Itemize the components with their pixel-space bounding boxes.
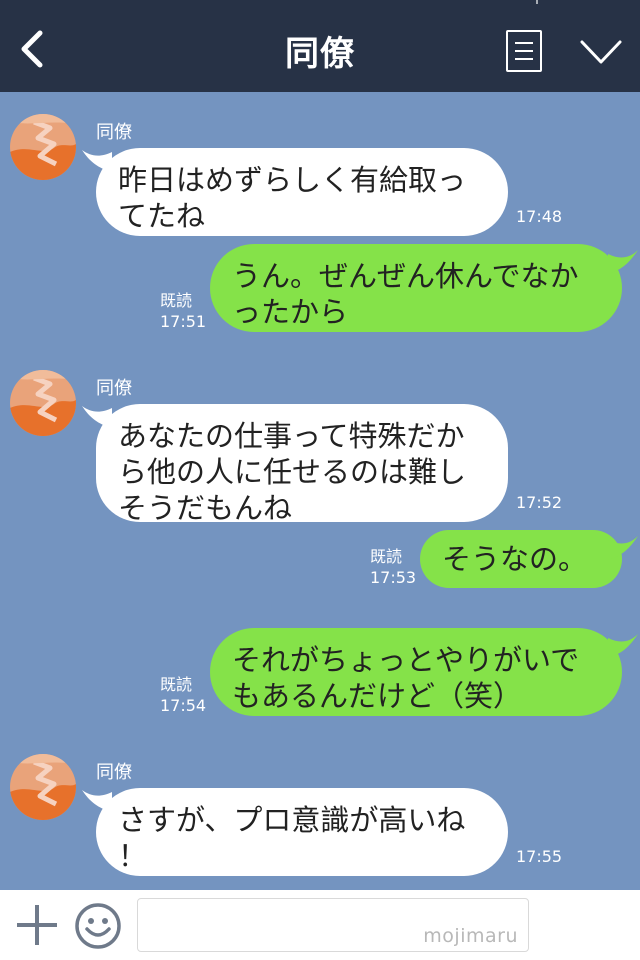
- status-indicator: [536, 0, 538, 4]
- message-time: 17:48: [516, 207, 563, 226]
- note-button[interactable]: [506, 30, 542, 72]
- message-bubble[interactable]: それがちょっとやりがいで もあるんだけど（笑）: [210, 628, 622, 716]
- read-receipt: 既読: [160, 291, 193, 310]
- input-bar: mojimaru: [0, 890, 640, 960]
- message-time: 17:55: [516, 847, 563, 866]
- bubble-tail: [608, 634, 638, 658]
- avatar-image: [10, 370, 76, 436]
- smile-icon: [75, 903, 121, 949]
- sender-name: 同僚: [96, 378, 132, 399]
- message-time: 17:52: [516, 493, 563, 512]
- emoji-button[interactable]: [74, 902, 122, 950]
- avatar[interactable]: [10, 370, 76, 436]
- message-bubble[interactable]: うん。ぜんぜん休んでなか ったから: [210, 244, 622, 332]
- message-bubble[interactable]: そうなの。: [420, 530, 622, 588]
- bubble-tail: [608, 250, 638, 274]
- message-time: 17:51: [160, 312, 207, 331]
- chat-header: 同僚: [0, 0, 640, 92]
- bubble-tail: [608, 536, 638, 560]
- add-button[interactable]: [14, 902, 60, 948]
- avatar-image: [10, 114, 76, 180]
- expand-menu-button[interactable]: [576, 34, 626, 68]
- message-bubble[interactable]: 昨日はめずらしく有給取っ てたね: [96, 148, 508, 236]
- chevron-down-icon: [580, 40, 622, 64]
- message-time: 17:53: [370, 568, 417, 587]
- read-receipt: 既読: [160, 675, 193, 694]
- sender-name: 同僚: [96, 762, 132, 783]
- avatar[interactable]: [10, 754, 76, 820]
- message-bubble[interactable]: あなたの仕事って特殊だか ら他の人に任せるのは難し そうだもんね: [96, 404, 508, 525]
- message-time: 17:54: [160, 696, 207, 715]
- message-input[interactable]: mojimaru: [137, 898, 529, 952]
- watermark: mojimaru: [423, 925, 518, 947]
- avatar[interactable]: [10, 114, 76, 180]
- avatar-image: [10, 754, 76, 820]
- chat-title: 同僚: [285, 34, 355, 74]
- sender-name: 同僚: [96, 122, 132, 143]
- message-bubble[interactable]: さすが、プロ意識が高いね ！: [96, 788, 508, 876]
- read-receipt: 既読: [370, 547, 403, 566]
- plus-icon: [17, 905, 57, 945]
